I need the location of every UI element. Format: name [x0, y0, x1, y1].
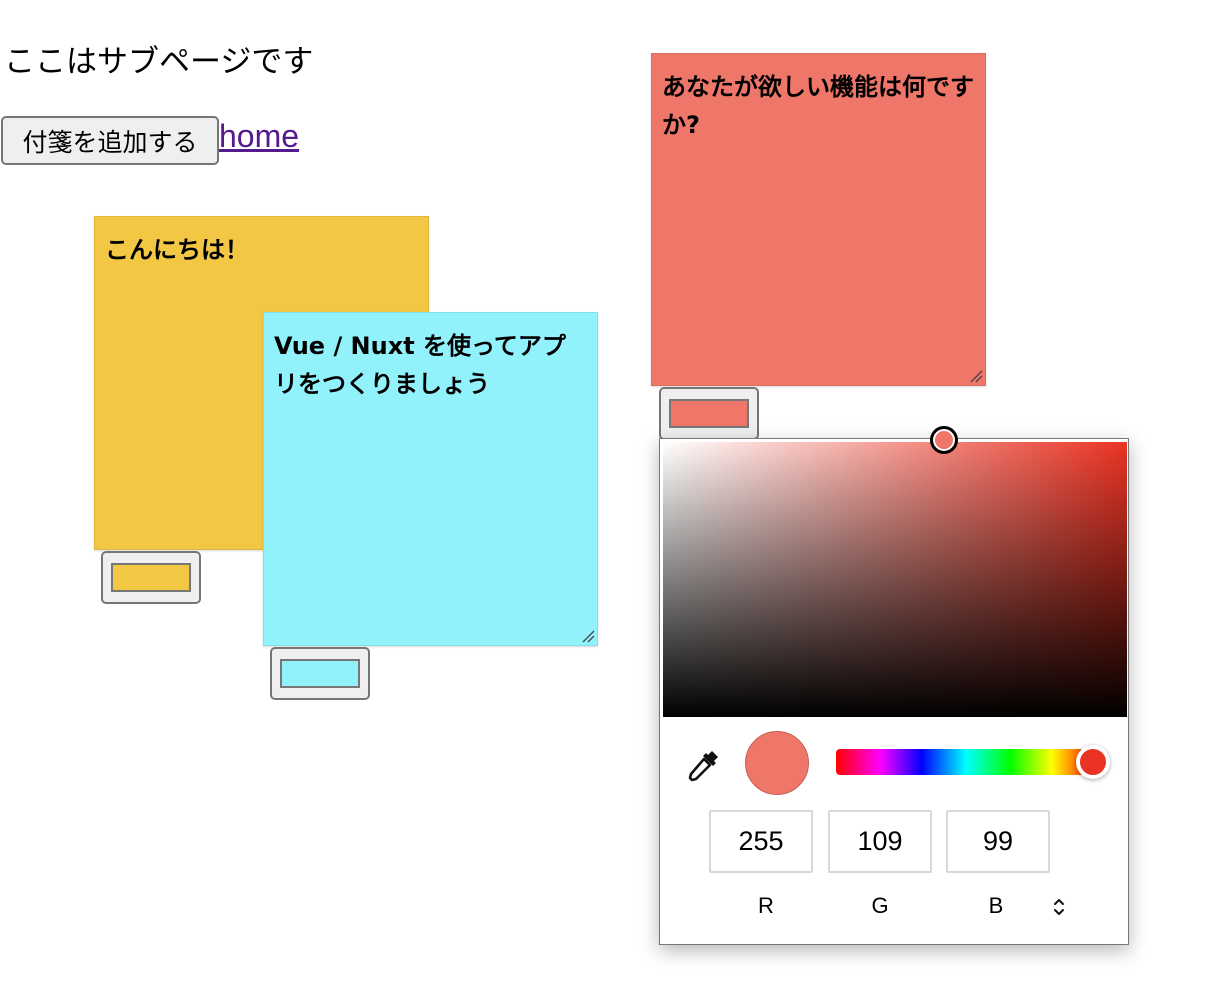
note-color-button-cyan[interactable] [270, 647, 370, 700]
note-color-button-red[interactable] [659, 387, 759, 440]
page-heading: ここはサブページです [4, 44, 314, 80]
color-swatch [669, 399, 749, 428]
hue-slider-handle[interactable] [1076, 745, 1110, 779]
note-color-button-yellow[interactable] [101, 551, 201, 604]
blue-channel-input[interactable] [946, 810, 1050, 873]
sticky-note-red[interactable]: あなたが欲しい機能は何ですか? [651, 53, 986, 386]
blue-channel-label: B [988, 893, 1004, 918]
saturation-value-handle[interactable] [930, 426, 958, 454]
sticky-note-text[interactable]: あなたが欲しい機能は何ですか? [662, 68, 975, 144]
red-channel-input[interactable] [709, 810, 813, 873]
resize-grip-icon[interactable] [581, 629, 595, 643]
sticky-note-text[interactable]: Vue / Nuxt を使ってアプリをつくりましょう [274, 327, 587, 403]
current-color-preview [745, 731, 809, 795]
chevron-up-down-icon[interactable] [1049, 895, 1069, 919]
color-picker-popup: R G B [659, 426, 1129, 945]
eyedropper-icon[interactable] [684, 745, 724, 785]
green-channel-label: G [871, 893, 889, 918]
resize-grip-icon[interactable] [969, 369, 983, 383]
color-swatch [280, 659, 360, 688]
sticky-note-text[interactable]: こんにちは！ [105, 231, 418, 269]
red-channel-label: R [758, 893, 774, 918]
sticky-note-cyan[interactable]: Vue / Nuxt を使ってアプリをつくりましょう [263, 312, 598, 646]
hue-slider[interactable] [836, 745, 1110, 779]
color-swatch [111, 563, 191, 592]
home-link[interactable]: home [219, 118, 299, 155]
saturation-value-area[interactable] [663, 426, 1127, 717]
add-sticky-note-button[interactable]: 付箋を追加する [1, 116, 219, 165]
green-channel-input[interactable] [828, 810, 932, 873]
